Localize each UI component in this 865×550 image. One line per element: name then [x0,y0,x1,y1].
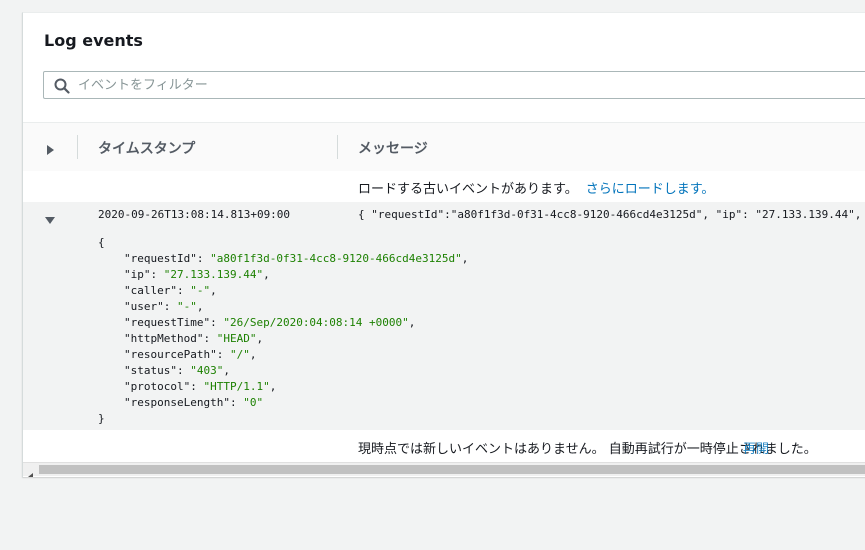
json-value: "-" [190,284,211,297]
json-value: "HEAD" [216,332,257,345]
json-colon: : [150,268,164,281]
json-separator: , [461,252,469,265]
json-key: "requestId" [124,252,197,265]
no-new-events-row: 現時点では新しいイベントはありません。 自動再試行が一時停止されました。 再開 [23,431,865,461]
json-colon: : [176,284,191,297]
event-json-detail: { "requestId": "a80f1f3d-0f31-4cc8-9120-4… [98,235,468,427]
table-header: タイムスタンプ メッセージ [23,122,865,172]
json-value: "0" [243,396,264,409]
horizontal-scrollbar[interactable] [23,462,865,477]
json-field-line: "status": "403", [98,363,468,379]
json-separator: , [196,300,204,313]
log-event-row[interactable]: 2020-09-26T13:08:14.813+09:00 { "request… [23,202,865,430]
json-value: "a80f1f3d-0f31-4cc8-9120-466cd4e3125d" [210,252,462,265]
json-field-line: "user": "-", [98,299,468,315]
column-header-message[interactable]: メッセージ [358,138,428,158]
log-events-panel: Log events タイムスタンプ メッセージ ロードする古いイベントがありま… [22,12,865,477]
json-separator: , [263,268,270,281]
json-key: "ip" [124,268,151,281]
load-older-message: ロードする古いイベントがあります。 さらにロードします。 [358,178,714,197]
collapse-caret-icon[interactable] [45,210,55,224]
json-key: "caller" [124,284,177,297]
json-colon: : [163,300,177,313]
json-key: "protocol" [124,380,191,393]
event-timestamp: 2020-09-26T13:08:14.813+09:00 [98,208,291,221]
json-colon: : [203,332,217,345]
search-icon [54,78,70,94]
load-older-row: ロードする古いイベントがあります。 さらにロードします。 [23,171,865,201]
json-colon: : [176,364,191,377]
json-separator: , [256,332,264,345]
json-key: "status" [124,364,177,377]
json-field-line: "httpMethod": "HEAD", [98,331,468,347]
json-field-line: "ip": "27.133.139.44", [98,267,468,283]
column-header-timestamp[interactable]: タイムスタンプ [98,138,195,158]
json-key: "user" [124,300,164,313]
json-key: "responseLength" [124,396,230,409]
json-separator: , [249,348,257,361]
json-separator: , [408,316,416,329]
scroll-left-icon[interactable] [28,466,34,477]
json-value: "26/Sep/2020:04:08:14 +0000" [223,316,409,329]
json-colon: : [196,252,211,265]
json-field-line: "responseLength": "0" [98,395,468,411]
json-field-line: "protocol": "HTTP/1.1", [98,379,468,395]
search-input[interactable] [78,75,858,95]
json-colon: : [216,348,230,361]
json-value: "403" [190,364,224,377]
json-close-brace: } [98,412,105,425]
json-value: "27.133.139.44" [163,268,264,281]
json-key: "httpMethod" [124,332,204,345]
json-separator: , [269,380,277,393]
json-field-line: "requestId": "a80f1f3d-0f31-4cc8-9120-46… [98,251,468,267]
scrollbar-thumb[interactable] [39,465,865,474]
json-field-line: "caller": "-", [98,283,468,299]
column-divider [337,135,338,159]
json-value: "/" [229,348,250,361]
json-separator: , [210,284,217,297]
event-message: { "requestId":"a80f1f3d-0f31-4cc8-9120-4… [358,208,862,221]
json-colon: : [229,396,244,409]
load-more-link[interactable]: さらにロードします。 [586,182,715,197]
json-colon: : [210,316,224,329]
json-key: "resourcePath" [124,348,217,361]
json-colon: : [190,380,204,393]
json-field-line: "resourcePath": "/", [98,347,468,363]
resume-link[interactable]: 再開 [743,438,769,457]
expand-all-toggle-icon[interactable] [45,141,55,155]
json-field-line: "requestTime": "26/Sep/2020:04:08:14 +00… [98,315,468,331]
column-divider [77,135,78,159]
json-open-brace: { [98,236,105,249]
load-older-text: ロードする古いイベントがあります。 [358,182,578,197]
json-key: "requestTime" [124,316,211,329]
json-value: "HTTP/1.1" [203,380,270,393]
json-separator: , [223,364,230,377]
json-value: "-" [177,300,197,313]
search-box[interactable] [43,71,865,99]
panel-title: Log events [44,31,143,50]
